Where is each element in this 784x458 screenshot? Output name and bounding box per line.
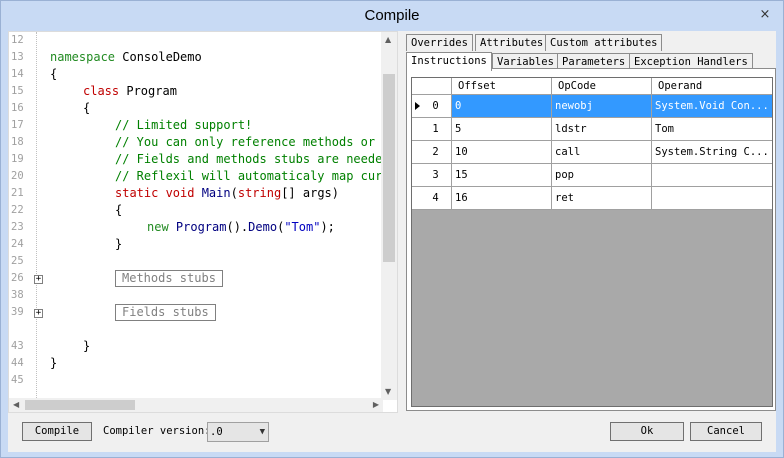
line-number: 17 [11,119,24,131]
window-title: Compile [364,7,420,24]
fold-margin [36,32,37,400]
cell-opcode[interactable]: pop [552,164,652,187]
line-number: 25 [11,255,24,267]
cell-opcode[interactable]: call [552,141,652,164]
code-line: { [50,67,58,81]
cell-operand[interactable]: Tom [652,118,772,141]
cell-operand[interactable]: System.String C... [652,141,772,164]
scroll-right-icon[interactable]: ▶ [373,400,379,410]
code-area[interactable]: + + namespace ConsoleDemo { class Progra… [33,32,383,400]
cell-opcode[interactable]: ret [552,187,652,210]
line-number: 43 [11,340,24,352]
line-number: 24 [11,238,24,250]
scroll-up-icon[interactable]: ▲ [385,35,391,45]
line-number: 21 [11,187,24,199]
cancel-button[interactable]: Cancel [690,422,762,441]
column-header-operand[interactable]: Operand [652,78,772,95]
code-line: } [115,237,123,251]
code-line: } [50,356,58,370]
client-area: 12 13 14 15 16 17 18 19 20 21 22 23 24 2… [8,31,776,452]
cell-offset[interactable]: 15 [452,164,552,187]
line-number: 39 [11,306,24,318]
code-line: namespace ConsoleDemo [50,50,202,64]
row-header[interactable]: 3 [412,164,452,187]
close-icon[interactable]: × [757,8,773,22]
tab-instructions[interactable]: Instructions [406,52,492,71]
fields-stubs-collapsed[interactable]: Fields stubs [115,304,216,321]
code-line: } [83,339,91,353]
expand-fields-stubs-icon[interactable]: + [34,309,43,318]
column-header-offset[interactable]: Offset [452,78,552,95]
column-header-opcode[interactable]: OpCode [552,78,652,95]
chevron-down-icon: ▼ [259,427,265,437]
line-number: 14 [11,68,24,80]
line-number: 15 [11,85,24,97]
grid-corner [412,78,452,95]
compiler-version-select[interactable]: .0 ▼ [207,422,269,442]
compile-button[interactable]: Compile [22,422,92,441]
editor-horizontal-scrollbar[interactable]: ◀ ▶ [9,398,383,412]
row-header[interactable]: 4 [412,187,452,210]
title-bar: Compile × [1,1,783,31]
editor-vertical-scrollbar[interactable]: ▲ ▼ [381,32,397,400]
instructions-panel: Offset OpCode Operand 0 0 newobj System.… [406,68,776,411]
cell-operand[interactable] [652,187,772,210]
scroll-left-icon[interactable]: ◀ [13,400,19,410]
row-header[interactable]: 1 [412,118,452,141]
expand-methods-stubs-icon[interactable]: + [34,275,43,284]
tab-custom-attributes[interactable]: Custom attributes [545,34,663,51]
code-line: { [115,203,123,217]
compiler-version-label: Compiler version: [103,425,211,437]
current-row-icon [415,102,420,110]
line-number: 38 [11,289,24,301]
scroll-down-icon[interactable]: ▼ [385,387,391,397]
line-number: 20 [11,170,24,182]
code-line: // Fields and methods stubs are needed f… [115,152,383,166]
cell-offset[interactable]: 16 [452,187,552,210]
cell-opcode[interactable]: ldstr [552,118,652,141]
horizontal-scroll-thumb[interactable] [25,400,135,410]
vertical-scroll-thumb[interactable] [383,74,395,262]
cell-opcode[interactable]: newobj [552,95,652,118]
line-number: 22 [11,204,24,216]
line-number: 16 [11,102,24,114]
cell-operand[interactable] [652,164,772,187]
line-number: 45 [11,374,24,386]
tab-attributes[interactable]: Attributes [475,34,549,51]
compile-window: Compile × 12 13 14 15 16 17 18 19 20 21 … [0,0,784,458]
cell-offset[interactable]: 0 [452,95,552,118]
row-header[interactable]: 0 [412,95,452,118]
line-number: 23 [11,221,24,233]
line-number: 44 [11,357,24,369]
ok-button[interactable]: Ok [610,422,684,441]
code-line: // Limited support! [115,118,253,132]
methods-stubs-collapsed[interactable]: Methods stubs [115,270,223,287]
line-number: 18 [11,136,24,148]
code-line: static void Main(string[] args) [115,186,339,200]
line-number: 12 [11,34,24,46]
cell-offset[interactable]: 5 [452,118,552,141]
line-number: 19 [11,153,24,165]
code-line: { [83,101,91,115]
instructions-grid[interactable]: Offset OpCode Operand 0 0 newobj System.… [411,77,773,407]
row-header[interactable]: 2 [412,141,452,164]
cell-operand[interactable]: System.Void Con... [652,95,772,118]
line-number: 26 [11,272,24,284]
cell-offset[interactable]: 10 [452,141,552,164]
code-line: new Program().Demo("Tom"); [147,220,335,234]
code-editor[interactable]: 12 13 14 15 16 17 18 19 20 21 22 23 24 2… [8,31,398,413]
line-number-gutter: 12 13 14 15 16 17 18 19 20 21 22 23 24 2… [9,32,33,400]
code-line: // You can only reference methods or fie… [115,135,383,149]
line-number: 13 [11,51,24,63]
tab-overrides[interactable]: Overrides [406,34,473,51]
code-line: // Reflexil will automaticaly map curren… [115,169,383,183]
code-line: class Program [83,84,177,98]
